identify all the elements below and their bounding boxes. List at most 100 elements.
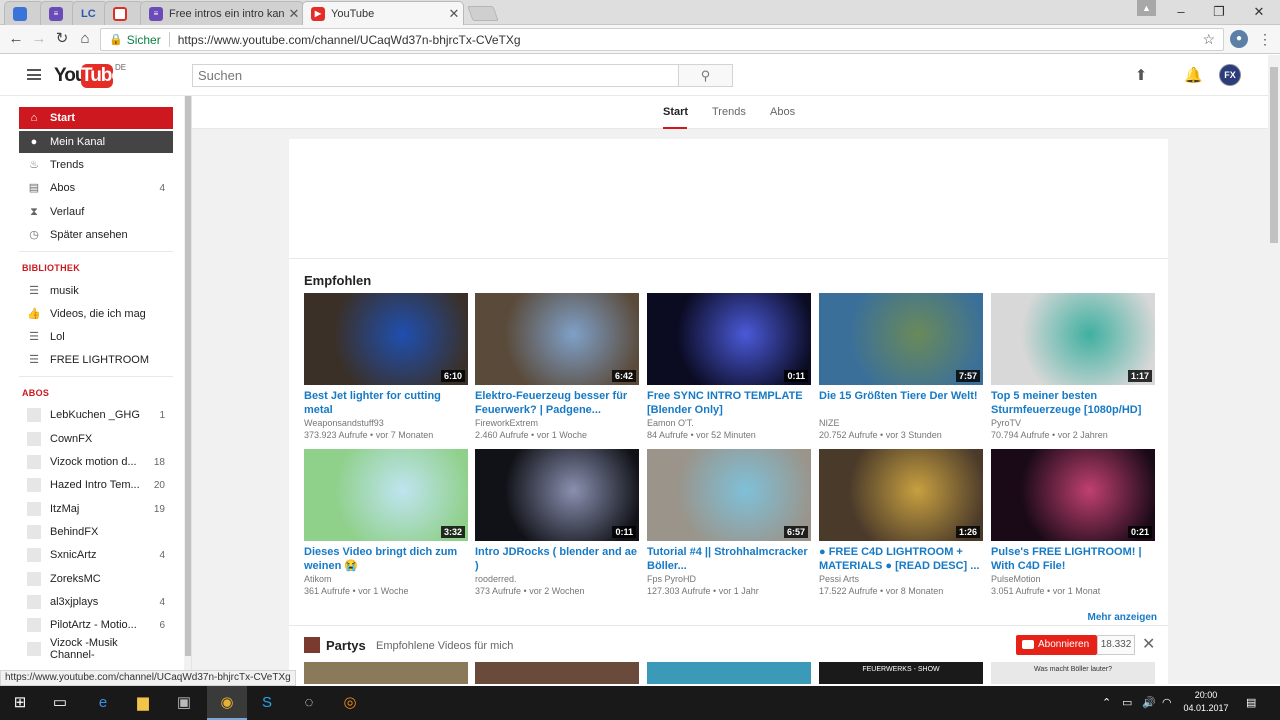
library-heading[interactable]: BIBLIOTHEK <box>22 263 80 273</box>
video-card[interactable]: 0:11 Intro JDRocks ( blender and ae ) rood… <box>475 449 639 599</box>
search-input[interactable]: Suchen <box>192 64 679 87</box>
video-thumbnail[interactable]: 0:21 <box>991 449 1155 541</box>
tab-abos[interactable]: Abos <box>770 106 795 118</box>
sidebar-item-channel[interactable]: SxnicArtz 4 <box>19 544 173 566</box>
sidebar-item-channel[interactable]: al3xjplays 4 <box>19 591 173 613</box>
url-text[interactable]: https://www.youtube.com/channel/UCaqWd37… <box>178 33 521 47</box>
sidebar-item-channel[interactable]: ZoreksMC <box>19 568 173 590</box>
volume-icon[interactable]: 🔊 <box>1142 696 1156 709</box>
profile-icon[interactable]: ▲ <box>1137 0 1156 16</box>
channel-avatar[interactable] <box>304 637 320 653</box>
browser-tab[interactable]: ≡ Free intros ein intro kann ✕ <box>140 1 304 25</box>
video-title[interactable]: Best Jet lighter for cutting metal <box>304 389 468 417</box>
bell-icon[interactable]: 🔔 <box>1184 67 1203 85</box>
video-thumbnail[interactable]: 7:57 <box>819 293 983 385</box>
video-channel[interactable]: Pessi Arts <box>819 574 859 584</box>
video-channel[interactable]: rooderred. <box>475 574 517 584</box>
sidebar-item-my-channel[interactable]: ● Mein Kanal <box>19 131 173 153</box>
back-icon[interactable]: ← <box>6 29 26 49</box>
browser-tab[interactable] <box>104 1 144 25</box>
video-channel[interactable]: Eamon O'T. <box>647 418 694 428</box>
avatar[interactable]: FX <box>1219 64 1241 86</box>
video-card[interactable]: 1:17 Top 5 meiner besten Sturmfeuerzeuge … <box>991 293 1155 443</box>
forward-icon[interactable]: → <box>29 29 49 49</box>
bookmark-star-icon[interactable]: ☆ <box>1202 31 1215 48</box>
video-thumbnail[interactable]: 0:11 <box>647 293 811 385</box>
tab-start[interactable]: Start <box>663 106 688 118</box>
video-thumbnail[interactable]: 6:42 <box>475 293 639 385</box>
video-title[interactable]: Top 5 meiner besten Sturmfeuerzeuge [108… <box>991 389 1155 417</box>
video-title[interactable]: Intro JDRocks ( blender and ae ) <box>475 545 639 573</box>
tab-trends[interactable]: Trends <box>712 106 746 118</box>
close-window-icon[interactable]: ✕ <box>1240 0 1278 25</box>
address-bar[interactable]: 🔒 Sicher https://www.youtube.com/channel… <box>100 28 1224 51</box>
video-title[interactable]: Pulse's FREE LIGHTROOM! | With C4D File! <box>991 545 1155 573</box>
video-card[interactable]: 6:57 Tutorial #4 || Strohhalmcracker Böll… <box>647 449 811 599</box>
subscriptions-heading[interactable]: ABOS <box>22 388 49 398</box>
file-explorer-icon[interactable]: ▆ <box>123 686 163 720</box>
sidebar-item-channel[interactable]: LebKuchen _GHG 1 <box>19 404 173 426</box>
tray-chevron-icon[interactable]: ⌃ <box>1102 696 1111 709</box>
shelf-title[interactable]: Empfohlen <box>304 273 371 288</box>
video-thumbnail[interactable]: Was macht Böller lauter? <box>991 662 1155 684</box>
sidebar-item-playlist[interactable]: ☰ FREE LIGHTROOM <box>19 349 173 371</box>
windows-start-icon[interactable]: ⊞ <box>0 686 40 720</box>
show-more-link[interactable]: Mehr anzeigen <box>1088 612 1157 623</box>
close-tab-icon[interactable]: ✕ <box>285 6 303 22</box>
browser-tab[interactable] <box>4 1 44 25</box>
chrome-icon[interactable]: ◉ <box>207 686 247 720</box>
video-thumbnail[interactable]: 1:26 <box>819 449 983 541</box>
edge-icon[interactable]: e <box>83 686 123 720</box>
new-tab-button[interactable] <box>467 6 499 21</box>
browser-tab[interactable]: ≡ <box>40 1 76 25</box>
sidebar-item-history[interactable]: ⧗ Verlauf <box>19 201 173 223</box>
clock[interactable]: 20:00 04.01.2017 <box>1178 689 1234 715</box>
video-card[interactable]: 7:57 Die 15 Größten Tiere Der Welt! NIZE 20… <box>819 293 983 443</box>
video-channel[interactable]: FireworkExtrem <box>475 418 538 428</box>
video-thumbnail[interactable]: 3:32 <box>304 449 468 541</box>
video-thumbnail[interactable]: FEUERWERKS - SHOW <box>819 662 983 684</box>
sidebar-item-playlist[interactable]: ☰ musik <box>19 280 173 302</box>
maximize-icon[interactable]: ❐ <box>1200 0 1238 25</box>
logo-tube[interactable]: Tube <box>81 64 122 88</box>
video-thumbnail[interactable]: 0:11 <box>475 449 639 541</box>
video-thumbnail[interactable]: 6:57 <box>647 449 811 541</box>
sidebar-item-start[interactable]: ⌂ Start <box>19 107 173 129</box>
battery-icon[interactable]: ▭ <box>1122 696 1132 709</box>
sidebar-item-channel[interactable]: Vizock -Musik Channel- <box>19 637 173 661</box>
task-view-icon[interactable]: ▭ <box>40 686 80 720</box>
video-channel[interactable]: PyroTV <box>991 418 1021 428</box>
video-title[interactable]: ● FREE C4D LIGHTROOM + MATERIALS ● [READ… <box>819 545 983 573</box>
shelf-title[interactable]: Partys <box>326 638 366 653</box>
video-thumbnail[interactable]: 6:10 <box>304 293 468 385</box>
browser-menu-icon[interactable]: ⋮ <box>1258 29 1272 49</box>
guide-menu-icon[interactable] <box>27 69 41 80</box>
video-channel[interactable]: Fps PyroHD <box>647 574 696 584</box>
minimize-icon[interactable]: – <box>1162 0 1200 25</box>
video-title[interactable]: Elektro-Feuerzeug besser für Feuerwerk? … <box>475 389 639 417</box>
video-channel[interactable]: Atikom <box>304 574 332 584</box>
extension-icon[interactable]: ● <box>1230 30 1248 48</box>
sidebar-item-channel[interactable]: BehindFX <box>19 521 173 543</box>
sidebar-scrollbar-thumb[interactable] <box>185 96 191 656</box>
video-title[interactable]: Dieses Video bringt dich zum weinen 😭 <box>304 545 468 573</box>
video-card[interactable]: 0:11 Free SYNC INTRO TEMPLATE [Blender On… <box>647 293 811 443</box>
video-thumbnail[interactable] <box>304 662 468 684</box>
network-icon[interactable]: ◠ <box>1162 696 1172 709</box>
video-channel[interactable]: PulseMotion <box>991 574 1041 584</box>
blender-icon[interactable]: ◎ <box>330 686 370 720</box>
sidebar-item-channel[interactable]: Hazed Intro Tem... 20 <box>19 474 173 496</box>
video-title[interactable]: Tutorial #4 || Strohhalmcracker Böller..… <box>647 545 811 573</box>
settings-icon[interactable]: ◌ <box>289 686 329 720</box>
video-card[interactable]: 3:32 Dieses Video bringt dich zum weinen … <box>304 449 468 599</box>
sidebar-item-channel[interactable]: ItzMaj 19 <box>19 498 173 520</box>
sidebar-item-liked-videos[interactable]: 👍 Videos, die ich mag <box>19 303 173 325</box>
browser-tab[interactable]: LC <box>72 1 108 25</box>
video-card[interactable]: 6:42 Elektro-Feuerzeug besser für Feuerwe… <box>475 293 639 443</box>
video-channel[interactable]: NIZE <box>819 418 840 428</box>
reload-icon[interactable]: ↻ <box>52 29 72 49</box>
sidebar-item-watch-later[interactable]: ◷ Später ansehen <box>19 224 173 246</box>
search-icon[interactable]: ⚲ <box>678 64 733 87</box>
sidebar-item-subscriptions[interactable]: ▤ Abos 4 <box>19 177 173 199</box>
store-icon[interactable]: ▣ <box>164 686 204 720</box>
